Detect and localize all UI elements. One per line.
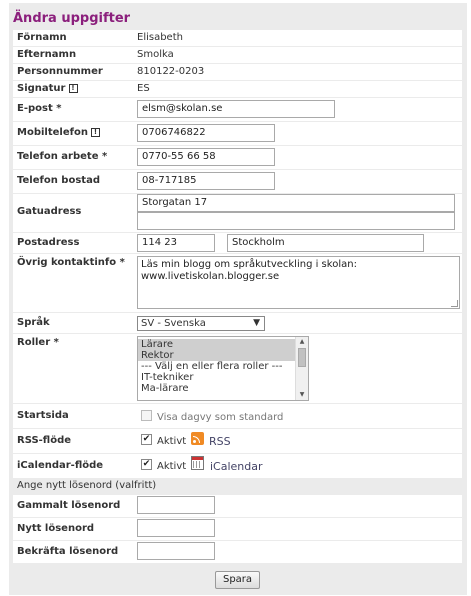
value-fornamn: Elisabeth [137, 32, 183, 43]
page-title: Ändra uppgifter [13, 11, 131, 26]
home-phone-field[interactable]: 08-717185 [137, 172, 275, 190]
role-option[interactable]: Lärare [138, 339, 308, 350]
work-phone-field[interactable]: 0770-55 66 58 [137, 148, 275, 166]
required-marker: * [53, 337, 59, 348]
row-efternamn: Efternamn Smolka [13, 47, 462, 63]
label-sprak: Språk [17, 317, 50, 328]
ical-checkbox[interactable]: ✔ [141, 459, 152, 470]
row-tel-bostad: Telefon bostad 08-717185 [13, 170, 462, 193]
row-gammalt-losenord: Gammalt lösenord [13, 495, 462, 517]
language-select[interactable]: SV - Svenska ▼ [137, 316, 265, 331]
label-confirm-password: Bekräfta lösenord [17, 546, 119, 557]
row-personnummer: Personnummer 810122-0203 [13, 64, 462, 80]
label-tel-bostad: Telefon bostad [17, 175, 100, 186]
ical-link[interactable]: iCalendar [210, 460, 263, 473]
scroll-down-icon[interactable]: ▼ [296, 390, 308, 400]
value-personnummer: 810122-0203 [137, 66, 205, 77]
role-option[interactable]: Ma-lärare [138, 383, 308, 394]
value-efternamn: Smolka [137, 49, 174, 60]
other-contact-line1: Läs min blogg om språkutveckling i skola… [141, 259, 357, 270]
required-marker: * [119, 257, 125, 268]
row-tel-arbete: Telefon arbete * 0770-55 66 58 [13, 146, 462, 169]
save-button[interactable]: Spara [215, 571, 260, 589]
row-sprak: Språk SV - Svenska ▼ [13, 313, 462, 333]
other-contact-line2: www.livetiskolan.blogger.se [141, 271, 280, 282]
row-startsida: Startsida Visa dagvy som standard [13, 404, 462, 428]
label-startsida: Startsida [17, 410, 69, 421]
row-epost: E-post * elsm@skolan.se [13, 98, 462, 121]
label-epost-wrap: E-post * [17, 103, 61, 114]
label-efternamn: Efternamn [17, 49, 77, 60]
row-mobil: Mobiltelefon! 0706746822 [13, 122, 462, 145]
rss-link[interactable]: RSS [209, 435, 231, 448]
label-gatuadress: Gatuadress [17, 206, 82, 217]
street-address-line1-field[interactable]: Storgatan 17 [137, 194, 455, 212]
email-field[interactable]: elsm@skolan.se [137, 100, 335, 118]
ical-checkbox-label: Aktivt [157, 461, 187, 472]
label-roller: Roller [17, 337, 51, 348]
rss-icon[interactable] [191, 432, 204, 445]
label-tel-arbete: Telefon arbete [17, 151, 99, 162]
postal-code-field[interactable]: 114 23 [137, 234, 215, 252]
confirm-password-field[interactable] [137, 542, 215, 560]
chevron-down-icon: ▼ [253, 318, 260, 328]
label-personnummer: Personnummer [17, 66, 103, 77]
row-fornamn: Förnamn Elisabeth [13, 30, 462, 46]
label-fornamn: Förnamn [17, 32, 67, 43]
label-epost: E-post [17, 103, 53, 114]
row-roller: Roller * Lärare Rektor --- Välj en eller… [13, 334, 462, 403]
label-ical: iCalendar-flöde [17, 460, 104, 471]
scroll-thumb[interactable] [298, 348, 306, 367]
label-ovrig: Övrig kontaktinfo [17, 257, 117, 268]
street-address-line2-field[interactable] [137, 212, 455, 230]
label-signatur: Signatur [17, 83, 66, 94]
role-option[interactable]: --- Välj en eller flera roller --- [138, 361, 308, 372]
row-rss: RSS-flöde ✔ Aktivt RSS [13, 429, 462, 453]
row-postadress: Postadress 114 23 Stockholm [13, 233, 462, 253]
start-page-checkbox[interactable] [141, 410, 152, 421]
label-new-password: Nytt lösenord [17, 523, 95, 534]
row-ovrig: Övrig kontaktinfo * Läs min blogg om spr… [13, 254, 462, 312]
label-tel-arbete-wrap: Telefon arbete * [17, 151, 107, 162]
rss-checkbox[interactable]: ✔ [141, 434, 152, 445]
new-password-field[interactable] [137, 519, 215, 537]
value-signatur: ES [137, 83, 150, 94]
roles-listbox[interactable]: Lärare Rektor --- Välj en eller flera ro… [137, 336, 309, 401]
label-roller-wrap: Roller * [17, 337, 59, 348]
role-option[interactable]: IT-tekniker [138, 372, 308, 383]
calendar-icon[interactable] [191, 456, 204, 470]
row-signatur: Signatur! ES [13, 81, 462, 97]
mobile-phone-field[interactable]: 0706746822 [137, 124, 275, 142]
roles-scrollbar[interactable]: ▲ ▼ [295, 337, 308, 400]
label-ovrig-wrap: Övrig kontaktinfo * [17, 257, 125, 268]
label-signatur-wrap: Signatur! [17, 83, 78, 94]
label-rss: RSS-flöde [17, 435, 72, 446]
label-mobil-wrap: Mobiltelefon! [17, 127, 100, 138]
info-icon[interactable]: ! [90, 128, 100, 137]
other-contact-info-textarea[interactable]: Läs min blogg om språkutveckling i skola… [137, 256, 460, 309]
row-ical: iCalendar-flöde ✔ Aktivt iCalendar [13, 454, 462, 478]
row-nytt-losenord: Nytt lösenord [13, 518, 462, 540]
required-marker: * [56, 103, 62, 114]
role-option[interactable]: Rektor [138, 350, 308, 361]
language-select-value: SV - Svenska [141, 318, 206, 329]
scroll-up-icon[interactable]: ▲ [296, 337, 308, 347]
label-old-password: Gammalt lösenord [17, 500, 121, 511]
start-page-checkbox-label: Visa dagvy som standard [157, 412, 284, 423]
resize-handle-icon[interactable] [451, 300, 458, 307]
row-gatuadress: Gatuadress Storgatan 17 [13, 194, 462, 232]
rss-checkbox-label: Aktivt [157, 436, 187, 447]
row-bekrafta-losenord: Bekräfta lösenord [13, 541, 462, 563]
required-marker: * [101, 151, 108, 162]
info-icon[interactable]: ! [68, 84, 78, 93]
old-password-field[interactable] [137, 496, 215, 514]
password-section-heading: Ange nytt lösenord (valfritt) [17, 480, 157, 491]
city-field[interactable]: Stockholm [227, 234, 424, 252]
label-postadress: Postadress [17, 237, 80, 248]
label-mobil: Mobiltelefon [17, 127, 88, 138]
